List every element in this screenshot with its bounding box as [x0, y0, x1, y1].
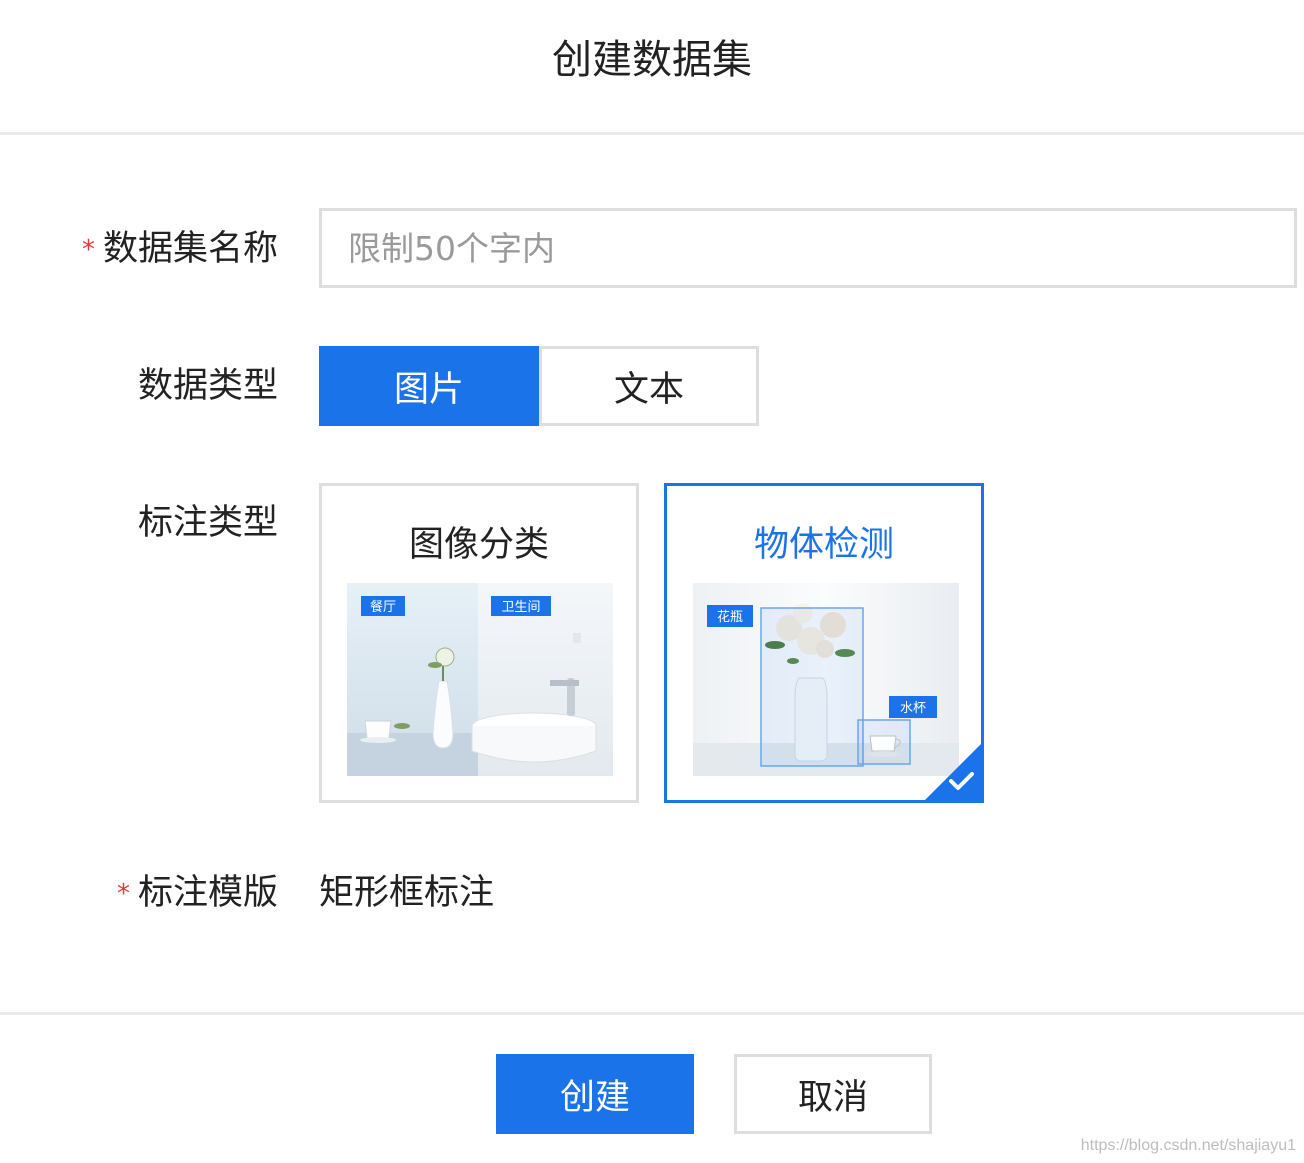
dialog-title: 创建数据集 [552, 37, 752, 83]
data-type-text-option[interactable]: 文本 [539, 346, 759, 426]
detection-illustration: 花瓶 水杯 [693, 583, 959, 776]
cancel-button[interactable]: 取消 [734, 1054, 932, 1134]
create-button[interactable]: 创建 [496, 1054, 694, 1134]
tag-cup: 水杯 [900, 701, 926, 716]
dataset-name-label: * 数据集名称 [82, 224, 278, 275]
classification-illustration: 餐厅 卫生间 [347, 583, 613, 776]
annotation-type-detection-card[interactable]: 物体检测 花瓶 水杯 [664, 483, 984, 803]
dataset-name-label-text: 数据集名称 [102, 229, 278, 269]
data-type-label: 数据类型 [137, 366, 278, 406]
footer-divider [0, 1012, 1304, 1015]
annotation-template-label: * 标注模版 [117, 868, 278, 919]
required-mark: * [81, 235, 95, 265]
selected-check-icon [925, 744, 981, 800]
annotation-template-value: 矩形框标注 [319, 873, 495, 913]
annotation-type-classification-card[interactable]: 图像分类 餐厅 卫生间 [319, 483, 639, 803]
header-divider [0, 132, 1304, 135]
tag-dining: 餐厅 [370, 599, 396, 615]
dataset-name-input[interactable] [319, 208, 1297, 288]
annotation-type-label: 标注类型 [137, 503, 278, 543]
tag-bathroom: 卫生间 [501, 600, 540, 615]
card-title: 图像分类 [408, 525, 549, 565]
tag-vase: 花瓶 [717, 609, 743, 625]
annotation-template-label-text: 标注模版 [137, 873, 278, 913]
watermark: https://blog.csdn.net/shajiayu1 [1080, 1137, 1296, 1154]
required-mark: * [116, 879, 130, 909]
card-title: 物体检测 [753, 525, 894, 565]
data-type-image-option[interactable]: 图片 [319, 346, 539, 426]
